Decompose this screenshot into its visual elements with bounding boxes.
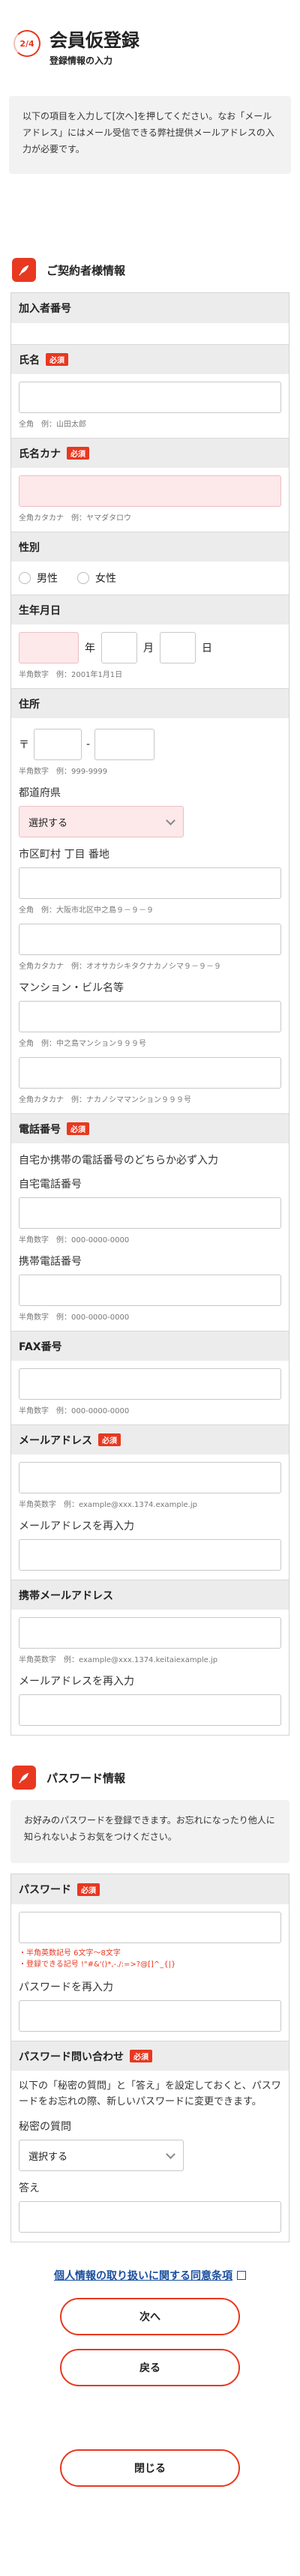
city-label: 市区町村 丁目 番地 <box>19 849 110 861</box>
mobile-email-label: 携帯メールアドレス <box>11 1580 289 1610</box>
fax-input[interactable] <box>19 1368 281 1400</box>
prefecture-label: 都道府県 <box>19 787 61 799</box>
building-kana-input[interactable] <box>19 1057 281 1089</box>
zip-first-input[interactable] <box>34 729 82 760</box>
dob-label: 生年月日 <box>11 595 289 625</box>
fax-hint: 半角数字 例：000-0000-0000 <box>19 1407 130 1415</box>
city-kana-hint: 全角カタカナ 例：オオサカシキタクナカノシマ９－９－９ <box>19 963 221 971</box>
password-confirm-input[interactable] <box>19 2000 281 2032</box>
password-rule-length: ・半角英数記号 6文字～8文字 <box>19 1949 121 1957</box>
building-kana-hint: 全角カタカナ 例：ナカノシママンション９９９号 <box>19 1096 191 1104</box>
answer-label: 答え <box>19 2182 40 2194</box>
registration-page: 2/4 会員仮登録 登録情報の入力 以下の項目を入力して[次へ]を押してください… <box>0 0 300 2487</box>
step-indicator: 2/4 <box>14 30 40 57</box>
dob-year-input[interactable] <box>19 632 79 663</box>
home-phone-label: 自宅電話番号 <box>19 1179 82 1191</box>
gender-label: 性別 <box>11 532 289 562</box>
email-confirm-input[interactable] <box>19 1539 281 1571</box>
password-rule-symbols: ・登録できる記号 !"#&'()*,-./:=>?@[]^_{|} <box>19 1960 176 1969</box>
mobile-email-input[interactable] <box>19 1617 281 1649</box>
city-hint: 全角 例：大阪市北区中之島９－９－９ <box>19 906 154 915</box>
building-label: マンション・ビル名等 <box>19 982 124 994</box>
dob-day-input[interactable] <box>160 632 196 663</box>
intro-notice: 以下の項目を入力して[次へ]を押してください。なお「メールアドレス」にはメール受… <box>9 96 291 174</box>
building-hint: 全角 例：中之島マンション９９９号 <box>19 1040 146 1048</box>
prefecture-select[interactable]: 選択する <box>19 806 184 837</box>
fax-label: FAX番号 <box>11 1331 289 1361</box>
name-hint: 全角 例：山田太郎 <box>19 421 86 429</box>
password-label: パスワード 必須 <box>11 1874 289 1904</box>
kana-hint: 全角カタカナ 例：ヤマダタロウ <box>19 514 131 523</box>
gender-male-radio[interactable]: 男性 <box>19 571 58 586</box>
subscriber-no-value <box>11 323 289 344</box>
secret-question-select[interactable]: 選択する <box>19 2140 184 2171</box>
secret-question-label: 秘密の質問 <box>19 2121 71 2133</box>
city-input[interactable] <box>19 867 281 899</box>
city-kana-input[interactable] <box>19 924 281 955</box>
password-input[interactable] <box>19 1912 281 1943</box>
required-badge: 必須 <box>130 2050 152 2062</box>
chevron-down-icon <box>166 2149 176 2159</box>
password-intro: お好みのパスワードを登録できます。お忘れになったり他人に知られないようお気をつけ… <box>10 1800 290 1863</box>
gender-female-radio[interactable]: 女性 <box>77 571 116 586</box>
name-label: 氏名 必須 <box>11 344 289 374</box>
zip-second-input[interactable] <box>94 729 155 760</box>
next-button[interactable]: 次へ <box>60 2298 240 2335</box>
contract-form: 加入者番号 氏名 必須 全角 例：山田太郎 氏名カナ 必須 全角カタカナ 例：ヤマダ… <box>10 292 290 1736</box>
contract-section-title: ご契約者様情報 <box>46 263 126 277</box>
required-badge: 必須 <box>46 353 68 366</box>
mobile-email-confirm-label: メールアドレスを再入力 <box>19 1676 134 1688</box>
phone-label: 電話番号 必須 <box>11 1113 289 1143</box>
back-button[interactable]: 戻る <box>60 2349 240 2386</box>
feather-icon <box>12 258 36 282</box>
external-link-icon <box>237 2271 246 2280</box>
email-hint: 半角英数字 例：example@xxx.1374.example.jp <box>19 1501 197 1509</box>
kana-input[interactable] <box>19 475 281 507</box>
mobile-phone-label: 携帯電話番号 <box>19 1256 82 1268</box>
phone-note: 自宅か携帯の電話番号のどちらか必ず入力 <box>19 1155 218 1167</box>
mobile-phone-input[interactable] <box>19 1275 281 1306</box>
home-phone-input[interactable] <box>19 1197 281 1229</box>
required-badge: 必須 <box>77 1883 100 1896</box>
close-button[interactable]: 閉じる <box>60 2449 240 2487</box>
page-title: 会員仮登録 <box>50 30 140 51</box>
zip-hint: 半角数字 例：999-9999 <box>19 768 108 776</box>
home-phone-hint: 半角数字 例：000-0000-0000 <box>19 1236 130 1245</box>
subscriber-no-label: 加入者番号 <box>11 293 289 323</box>
password-section-heading: パスワード情報 <box>0 1766 300 1790</box>
privacy-consent-link[interactable]: 個人情報の取り扱いに関する同意条項 <box>0 2268 300 2283</box>
page-subtitle: 登録情報の入力 <box>50 55 113 66</box>
address-label: 住所 <box>11 688 289 718</box>
dob-month-input[interactable] <box>101 632 137 663</box>
feather-icon <box>12 1766 36 1790</box>
required-badge: 必須 <box>98 1433 121 1446</box>
password-form: パスワード 必須 ・半角英数記号 6文字～8文字 ・登録できる記号 !"#&'()… <box>10 1874 290 2242</box>
page-header: 2/4 会員仮登録 登録情報の入力 <box>0 0 300 96</box>
password-confirm-label: パスワードを再入力 <box>19 1981 113 1993</box>
mobile-email-confirm-input[interactable] <box>19 1694 281 1726</box>
password-section-title: パスワード情報 <box>46 1771 126 1785</box>
required-badge: 必須 <box>67 1122 89 1135</box>
building-input[interactable] <box>19 1001 281 1032</box>
contract-section-heading: ご契約者様情報 <box>0 258 300 282</box>
dob-hint: 半角数字 例：2001年1月1日 <box>19 671 123 679</box>
email-input[interactable] <box>19 1462 281 1493</box>
name-input[interactable] <box>19 382 281 413</box>
mobile-phone-hint: 半角数字 例：000-0000-0000 <box>19 1313 130 1322</box>
mobile-email-hint: 半角英数字 例：example@xxx.1374.keitaiexample.j… <box>19 1656 218 1664</box>
chevron-down-icon <box>166 815 176 825</box>
kana-label: 氏名カナ 必須 <box>11 438 289 468</box>
password-inquiry-text: 以下の「秘密の質問」と「答え」を設定しておくと、パスワードをお忘れの際、新しいパ… <box>19 2080 281 2107</box>
password-inquiry-label: パスワード問い合わせ 必須 <box>11 2041 289 2071</box>
email-label: メールアドレス 必須 <box>11 1424 289 1454</box>
email-confirm-label: メールアドレスを再入力 <box>19 1520 134 1532</box>
answer-input[interactable] <box>19 2201 281 2233</box>
required-badge: 必須 <box>67 447 89 460</box>
